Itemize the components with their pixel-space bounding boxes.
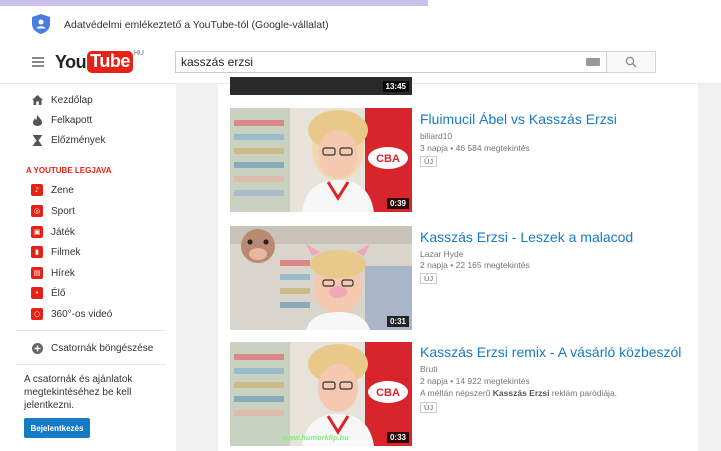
search-input[interactable] — [176, 52, 576, 72]
sidebar-item-label: 360°-os videó — [51, 308, 113, 320]
keyboard-icon[interactable] — [586, 58, 600, 66]
menu-icon[interactable] — [32, 57, 44, 67]
divider — [16, 330, 166, 331]
sidebar-item-gaming[interactable]: ▣ Játék — [0, 222, 176, 242]
video-meta: 2 napja • 14 922 megtekintés — [420, 376, 530, 386]
sidebar-item-label: Felkapott — [51, 114, 93, 126]
sidebar-item-home[interactable]: Kezdőlap — [0, 90, 176, 110]
video-description-text: reklám paródiája. — [549, 388, 618, 398]
new-badge: ÚJ — [420, 402, 438, 413]
video-description-highlight: Kasszás Erzsi — [492, 388, 550, 398]
search-button[interactable] — [606, 51, 656, 73]
video-title[interactable]: Kasszás Erzsi - Leszek a malacod — [420, 229, 633, 245]
360-video-icon: ○ — [31, 308, 43, 320]
film-icon: ▮ — [31, 246, 43, 258]
video-channel[interactable]: biliard10 — [420, 131, 452, 141]
sidebar-item-live[interactable]: • Élő — [0, 283, 176, 303]
sidebar-item-label: Zene — [51, 184, 74, 196]
sidebar-item-browse-channels[interactable]: Csatornák böngészése — [0, 338, 176, 358]
sidebar-item-label: Hírek — [51, 267, 75, 279]
search-icon — [625, 56, 637, 68]
video-thumbnail-partial[interactable]: 13:45 — [230, 77, 412, 95]
gamepad-icon: ▣ — [31, 226, 43, 238]
logo-region: HU — [133, 50, 144, 57]
video-thumbnail[interactable]: 0:31 — [230, 226, 412, 330]
logo-tube: Tube — [87, 51, 133, 73]
sidebar-item-label: Élő — [51, 287, 66, 299]
home-icon — [31, 94, 43, 106]
section-title-best-of-youtube: A YOUTUBE LEGJAVA — [26, 166, 112, 175]
video-channel[interactable]: Bruti — [420, 364, 437, 374]
search-box — [175, 51, 607, 73]
sidebar-item-history[interactable]: Előzmények — [0, 130, 176, 150]
sidebar-item-360-video[interactable]: ○ 360°-os videó — [0, 304, 176, 324]
sidebar-item-label: Előzmények — [51, 134, 106, 146]
sidebar-item-trending[interactable]: Felkapott — [0, 110, 176, 130]
video-meta: 3 napja • 46 584 megtekintés — [420, 143, 530, 153]
sidebar-item-label: Játék — [51, 226, 75, 238]
search-results: 13:45 CBA 0:39 Fluimucil Ábel vs Kasszás… — [218, 77, 698, 451]
privacy-notice-bar[interactable]: Adatvédelmi emlékeztető a YouTube-tól (G… — [0, 6, 721, 38]
youtube-logo[interactable]: You Tube HU — [55, 50, 144, 74]
video-description-text: A méltán népszerű — [420, 388, 493, 398]
video-meta: 2 napja • 22 165 megtekintés — [420, 260, 530, 270]
video-title[interactable]: Kasszás Erzsi remix - A vásárló közbeszó… — [420, 344, 681, 360]
privacy-notice-text[interactable]: Adatvédelmi emlékeztető a YouTube-tól (G… — [64, 19, 329, 31]
thumbnail-image: CBA — [230, 342, 412, 446]
video-title[interactable]: Fluimucil Ábel vs Kasszás Erzsi — [420, 111, 617, 127]
guide-sidebar: Kezdőlap Felkapott Előzmények A YOUTUBE … — [0, 84, 176, 451]
sport-icon: ◎ — [31, 205, 43, 217]
thumbnail-watermark: www.humorklip.hu — [282, 433, 349, 442]
video-channel[interactable]: Lazar Hyde — [420, 249, 463, 259]
video-duration: 0:31 — [386, 316, 409, 327]
video-thumbnail[interactable]: CBA www.humorklip.hu 0:33 — [230, 342, 412, 446]
flame-icon — [31, 114, 43, 126]
news-icon: ▤ — [31, 267, 43, 279]
music-icon: ♪ — [31, 184, 43, 196]
sidebar-item-news[interactable]: ▤ Hírek — [0, 263, 176, 283]
video-duration: 13:45 — [382, 81, 409, 92]
thumbnail-image: CBA — [230, 108, 412, 212]
new-badge: ÚJ — [420, 156, 438, 167]
signin-button[interactable]: Bejelentkezés — [24, 418, 90, 438]
sidebar-item-music[interactable]: ♪ Zene — [0, 180, 176, 200]
video-duration: 0:39 — [386, 198, 409, 209]
sidebar-item-movies[interactable]: ▮ Filmek — [0, 242, 176, 262]
sidebar-item-label: Sport — [51, 205, 75, 217]
hourglass-icon — [31, 134, 43, 146]
sidebar-item-label: Kezdőlap — [51, 94, 93, 106]
video-thumbnail[interactable]: CBA 0:39 — [230, 108, 412, 212]
thumbnail-image — [230, 226, 412, 330]
video-description: A méltán népszerű Kasszás Erzsi reklám p… — [420, 388, 617, 398]
signin-prompt: A csatornák és ajánlatok megtekintéséhez… — [24, 374, 133, 411]
divider — [16, 364, 166, 365]
new-badge: ÚJ — [420, 273, 438, 284]
shield-icon — [32, 14, 50, 34]
sidebar-item-label: Filmek — [51, 246, 81, 258]
sidebar-item-sport[interactable]: ◎ Sport — [0, 201, 176, 221]
svg-text:CBA: CBA — [376, 153, 400, 165]
live-icon: • — [31, 287, 43, 299]
svg-text:CBA: CBA — [376, 387, 400, 399]
logo-you: You — [55, 51, 87, 72]
sidebar-item-label: Csatornák böngészése — [51, 342, 154, 354]
video-duration: 0:33 — [386, 432, 409, 443]
plus-circle-icon — [31, 342, 43, 354]
